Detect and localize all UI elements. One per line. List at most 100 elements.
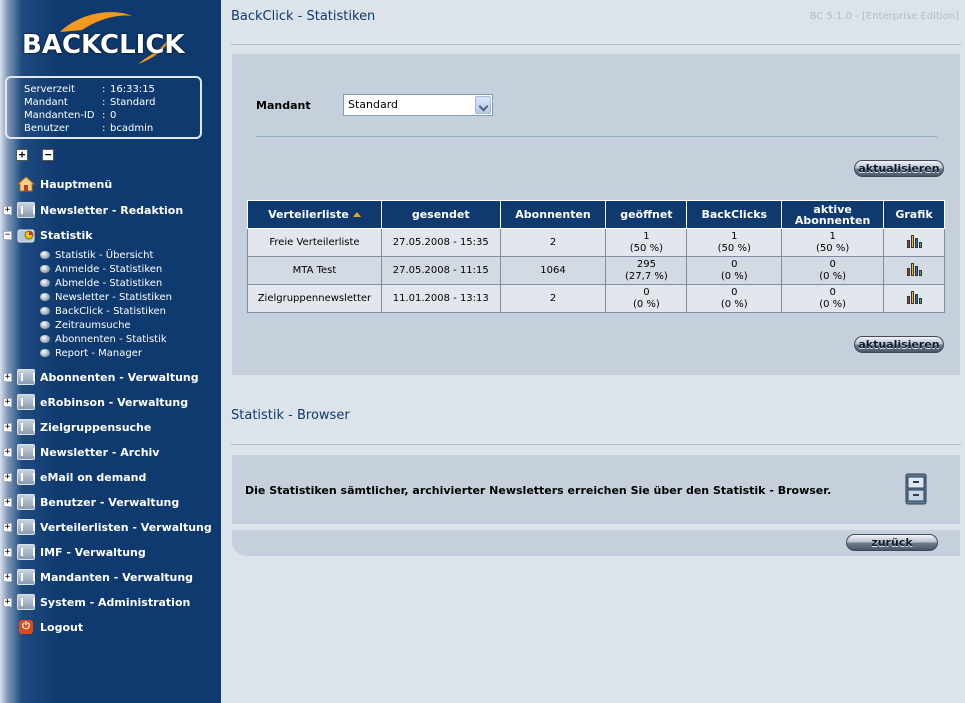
table-row: Zielgruppennewsletter 11.01.2008 - 13:13…: [247, 284, 945, 313]
nav-logout[interactable]: ⏻ Logout: [0, 617, 83, 637]
logo-text: BACKCLICK: [22, 30, 185, 60]
expand-icon[interactable]: +: [3, 597, 12, 607]
nav-system-administration[interactable]: + System - Administration: [0, 592, 190, 612]
cell-grafik: [883, 256, 945, 285]
cell-grafik: [883, 228, 945, 257]
cell-gesendet: 11.01.2008 - 13:13: [380, 284, 501, 313]
sidebar: BACKCLICK Serverzeit:16:33:15 Mandant: St…: [0, 0, 221, 703]
cell-aktive: 0 (0 %): [781, 256, 885, 285]
col-gesendet[interactable]: gesendet: [380, 200, 501, 229]
home-icon: [16, 176, 36, 192]
sub-report-manager[interactable]: Report - Manager: [40, 346, 142, 360]
cell-backclicks: 0 (0 %): [686, 256, 783, 285]
chevron-down-icon[interactable]: [475, 96, 491, 114]
cell-backclicks: 1 (50 %): [686, 228, 783, 257]
server-info-box: Serverzeit:16:33:15 Mandant: Standard Man…: [5, 76, 202, 139]
expand-icon[interactable]: +: [3, 447, 12, 457]
col-verteilerliste[interactable]: Verteilerliste: [247, 200, 382, 229]
bullet-icon: [40, 307, 50, 315]
folder-icon: [17, 394, 35, 410]
folder-icon: [17, 544, 35, 560]
col-abonnenten[interactable]: Abonnenten: [499, 200, 607, 229]
col-backclicks[interactable]: BackClicks: [686, 200, 783, 229]
sub-newsletter-statistiken[interactable]: Newsletter - Statistiken: [40, 290, 172, 304]
expand-icon[interactable]: +: [3, 205, 12, 215]
refresh-button-top[interactable]: aktualisieren: [854, 160, 944, 177]
statistik-folder-icon: [17, 227, 35, 243]
info-row-benutzer: Benutzer: bcadmin: [24, 123, 154, 134]
expand-icon[interactable]: +: [3, 372, 12, 382]
backclick-logo: BACKCLICK: [20, 10, 185, 66]
panel-divider: [256, 136, 937, 137]
bar-chart-icon[interactable]: [906, 262, 922, 276]
folder-icon: [17, 444, 35, 460]
bar-chart-icon[interactable]: [906, 290, 922, 304]
cell-liste: MTA Test: [247, 256, 382, 285]
bullet-icon: [40, 335, 50, 343]
nav-email-on-demand[interactable]: + eMail on demand: [0, 467, 146, 487]
folder-icon: [17, 369, 35, 385]
nav-imf-verwaltung[interactable]: + IMF - Verwaltung: [0, 542, 146, 562]
browser-section-title: Statistik - Browser: [231, 408, 350, 423]
page-title: BackClick - Statistiken: [231, 9, 376, 24]
cell-abonnenten: 2: [499, 228, 607, 257]
statistics-table: Verteilerliste gesendet Abonnenten geöff…: [247, 200, 945, 313]
divider: [231, 44, 961, 45]
sub-zeitraumsuche[interactable]: Zeitraumsuche: [40, 318, 131, 332]
file-cabinet-icon[interactable]: [905, 473, 927, 505]
info-row-serverzeit: Serverzeit:16:33:15: [24, 84, 155, 95]
browser-description: Die Statistiken sämtlicher, archivierter…: [245, 484, 832, 497]
expand-icon[interactable]: +: [3, 547, 12, 557]
nav-statistik[interactable]: − Statistik: [0, 225, 93, 245]
collapse-all-icon[interactable]: −: [42, 149, 54, 161]
refresh-button-bottom[interactable]: aktualisieren: [854, 336, 944, 353]
table-row: MTA Test 27.05.2008 - 11:15 1064 295 (27,…: [247, 256, 945, 285]
col-geoeffnet[interactable]: geöffnet: [605, 200, 688, 229]
nav-hauptmenue[interactable]: Hauptmenü: [0, 174, 112, 194]
nav-zielgruppensuche[interactable]: + Zielgruppensuche: [0, 417, 151, 437]
col-aktive-abonnenten[interactable]: aktive Abonnenten: [781, 200, 885, 229]
sub-statistik-uebersicht[interactable]: Statistik - Übersicht: [40, 248, 153, 262]
nav-newsletter-archiv[interactable]: + Newsletter - Archiv: [0, 442, 159, 462]
cell-gesendet: 27.05.2008 - 11:15: [380, 256, 501, 285]
bullet-icon: [40, 293, 50, 301]
nav-benutzer-verwaltung[interactable]: + Benutzer - Verwaltung: [0, 492, 179, 512]
nav-verteilerlisten-verwaltung[interactable]: + Verteilerlisten - Verwaltung: [0, 517, 212, 537]
expand-icon[interactable]: +: [3, 522, 12, 532]
bullet-icon: [40, 279, 50, 287]
bar-chart-icon[interactable]: [906, 234, 922, 248]
nav-abonnenten-verwaltung[interactable]: + Abonnenten - Verwaltung: [0, 367, 199, 387]
expand-icon[interactable]: +: [3, 497, 12, 507]
bullet-icon: [40, 265, 50, 273]
nav-mandanten-verwaltung[interactable]: + Mandanten - Verwaltung: [0, 567, 193, 587]
folder-icon: [17, 494, 35, 510]
version-label: BC 5.1.0 - [Enterprise Edition]: [809, 11, 959, 22]
sub-abonnenten-statistik[interactable]: Abonnenten - Statistik: [40, 332, 167, 346]
sort-asc-icon: [352, 212, 361, 217]
collapse-icon[interactable]: −: [3, 230, 12, 240]
info-row-mandanten-id: Mandanten-ID:0: [24, 110, 117, 121]
cell-gesendet: 27.05.2008 - 15:35: [380, 228, 501, 257]
cell-liste: Zielgruppennewsletter: [247, 284, 382, 313]
folder-icon: [17, 594, 35, 610]
sub-abmelde-statistiken[interactable]: Abmelde - Statistiken: [40, 276, 162, 290]
expand-icon[interactable]: +: [3, 397, 12, 407]
folder-icon: [17, 419, 35, 435]
expand-icon[interactable]: +: [3, 472, 12, 482]
cell-grafik: [883, 284, 945, 313]
cell-abonnenten: 2: [499, 284, 607, 313]
sub-anmelde-statistiken[interactable]: Anmelde - Statistiken: [40, 262, 162, 276]
back-button[interactable]: zurück: [846, 534, 938, 551]
info-row-mandant: Mandant: Standard: [24, 97, 156, 108]
sub-backclick-statistiken[interactable]: BackClick - Statistiken: [40, 304, 166, 318]
cell-geoeffnet: 1 (50 %): [605, 228, 688, 257]
mandant-select[interactable]: Standard: [343, 94, 493, 116]
expand-icon[interactable]: +: [3, 572, 12, 582]
col-grafik: Grafik: [883, 200, 945, 229]
nav-newsletter-redaktion[interactable]: + Newsletter - Redaktion: [0, 200, 183, 220]
nav-erobinson-verwaltung[interactable]: + eRobinson - Verwaltung: [0, 392, 188, 412]
expand-all-icon[interactable]: +: [16, 149, 28, 161]
expand-icon[interactable]: +: [3, 422, 12, 432]
logout-icon: ⏻: [19, 620, 33, 634]
cell-aktive: 0 (0 %): [781, 284, 885, 313]
